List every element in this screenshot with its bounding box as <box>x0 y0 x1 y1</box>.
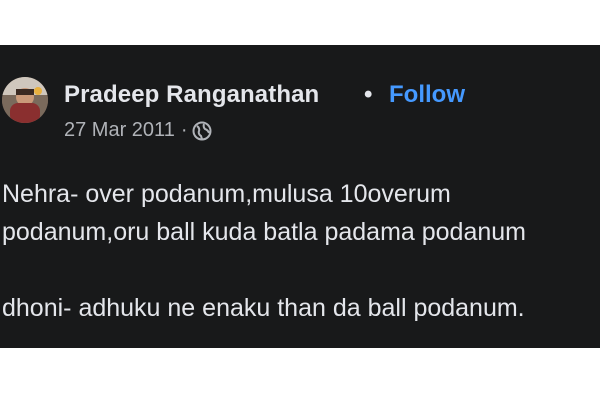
post-date[interactable]: 27 Mar 2011 <box>64 119 175 142</box>
separator-dot: • <box>364 81 373 108</box>
author-name[interactable]: Pradeep Ranganathan <box>64 81 319 109</box>
post-text-line: podanum,oru ball kuda batla padama podan… <box>2 218 526 246</box>
facebook-post: Pradeep Ranganathan • Follow 27 Mar 2011… <box>0 45 600 348</box>
meta-dot: · <box>180 119 188 141</box>
avatar[interactable] <box>2 77 48 123</box>
post-meta: 27 Mar 2011 · <box>64 119 212 142</box>
follow-button[interactable]: Follow <box>389 81 465 109</box>
avatar-image <box>2 77 48 123</box>
post-text-line: Nehra- over podanum,mulusa 10overum <box>2 180 451 208</box>
post-header: Pradeep Ranganathan • Follow 27 Mar 2011… <box>0 75 600 145</box>
post-text-line: dhoni- adhuku ne enaku than da ball poda… <box>2 294 525 322</box>
globe-icon[interactable] <box>192 121 212 141</box>
post-body: Nehra- over podanum,mulusa 10overum poda… <box>2 175 600 327</box>
